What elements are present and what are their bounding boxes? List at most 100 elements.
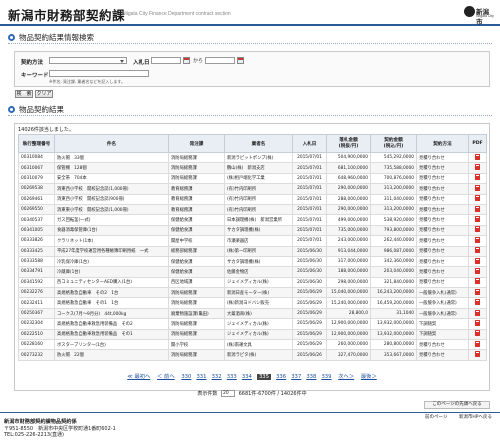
- city-hp-link[interactable]: 新潟市HPへ戻る: [459, 415, 492, 420]
- page-size-select[interactable]: 20: [220, 390, 235, 397]
- column-header[interactable]: 契約方法: [416, 134, 469, 153]
- page-number-link[interactable]: 333: [227, 374, 237, 380]
- department-cell: 関屋中学校: [168, 235, 225, 247]
- table-row: 00333826 クラリネット(1本) 関屋中学校 市瀬楽器店 2015/07/01 24…: [18, 235, 487, 247]
- item-name-cell[interactable]: 高規格救急自動車 その1 1台: [54, 297, 169, 309]
- item-name-cell[interactable]: 平成27年度学校運営用各種帳簿印刷用紙 一式: [54, 245, 169, 257]
- pdf-cell: [468, 276, 487, 289]
- bid-date-cell: 2015/06/29: [292, 339, 327, 351]
- date-to-input[interactable]: [205, 57, 235, 64]
- first-page-link[interactable]: ≪ 最初へ: [127, 372, 150, 380]
- page-number-link[interactable]: 337: [291, 374, 301, 380]
- last-page-link[interactable]: 最後＞: [361, 372, 377, 380]
- item-name-cell[interactable]: 保管棚 128個: [54, 162, 169, 174]
- next-page-link[interactable]: 次へ＞: [338, 372, 354, 380]
- item-name-cell[interactable]: 食器消毒保管庫(1台): [54, 224, 169, 237]
- pdf-icon[interactable]: [475, 278, 480, 285]
- bid-date-cell: 2015/07/01: [292, 151, 327, 164]
- pdf-icon[interactable]: [475, 267, 480, 274]
- page-number-link[interactable]: 334: [242, 374, 252, 380]
- pdf-icon[interactable]: [475, 226, 480, 233]
- pdf-cell: [468, 307, 487, 320]
- item-name-cell[interactable]: 防火帽 33個: [54, 151, 169, 164]
- column-header[interactable]: 契約金額 (税込/円): [370, 134, 417, 153]
- page-number-link[interactable]: 338: [306, 374, 316, 380]
- column-header[interactable]: 執行整理番号: [18, 134, 55, 153]
- pdf-icon[interactable]: [475, 236, 480, 243]
- item-name-cell[interactable]: 消東東小学校 開校記念誌(1,000冊): [54, 203, 169, 216]
- item-name-cell[interactable]: 西コミュニティセンターAED購入(1台): [54, 276, 169, 289]
- pdf-icon[interactable]: [475, 288, 480, 295]
- site-subtitle: Niigata City Finance Department contract…: [122, 11, 231, 17]
- pdf-icon[interactable]: [475, 319, 480, 326]
- item-name-cell[interactable]: 高規格救急自動車救急用装備品 その1: [54, 328, 169, 341]
- pdf-icon[interactable]: [475, 153, 480, 160]
- item-name-cell[interactable]: 消東西小学校 開校記念誌(1,000冊): [54, 183, 169, 195]
- search-panel: 契約方法 入札日 から キーワード ※件名, 発注課, 業者名などを記入します。: [14, 51, 490, 87]
- pdf-icon[interactable]: [475, 340, 480, 347]
- bid-amount-cell: 298,000,0000: [326, 276, 371, 289]
- bid-amount-cell: 499,000,0000: [326, 214, 371, 226]
- pdf-cell: [468, 297, 487, 309]
- item-name-cell[interactable]: 冷蔵庫(1台): [54, 266, 169, 278]
- niigata-city-logo[interactable]: 新潟市 Niigata City: [464, 4, 494, 26]
- date-from-input[interactable]: [151, 57, 181, 64]
- column-header[interactable]: 発注課: [168, 134, 225, 153]
- column-header[interactable]: 件名: [54, 134, 169, 153]
- pdf-icon[interactable]: [475, 216, 480, 223]
- pdf-icon[interactable]: [475, 299, 480, 306]
- department-cell: 保健給食課: [168, 214, 225, 226]
- page-number-link[interactable]: 332: [212, 374, 222, 380]
- bid-date-cell: 2015/07/01: [292, 183, 327, 195]
- contract-method-select[interactable]: [49, 57, 127, 64]
- contract-method-cell: 見積り合わせ: [416, 339, 469, 351]
- prev-page-footer-link[interactable]: 前のページ: [425, 415, 447, 420]
- pdf-icon[interactable]: [475, 257, 480, 264]
- pdf-icon[interactable]: [475, 247, 480, 254]
- column-header[interactable]: 業者名: [224, 134, 293, 153]
- keyword-input[interactable]: [49, 70, 149, 77]
- search-button[interactable]: 検 索: [15, 90, 33, 98]
- contract-number-cell: 00333588: [18, 255, 55, 268]
- site-title[interactable]: 新潟市財務部契約課: [8, 5, 125, 24]
- pdf-icon[interactable]: [475, 184, 480, 191]
- pdf-cell: [468, 328, 487, 341]
- pdf-icon[interactable]: [475, 174, 480, 181]
- item-name-cell[interactable]: 高規格救急自動車救急用装備品 その2: [54, 318, 169, 330]
- page-number-link[interactable]: 330: [181, 374, 191, 380]
- column-header[interactable]: 落札金額 (税抜/円): [326, 134, 371, 153]
- vendor-cell: サカタ調理機(株): [224, 224, 293, 237]
- pdf-icon[interactable]: [475, 330, 480, 337]
- department-cell: 教育総務課: [168, 193, 225, 205]
- table-row: 00250367 コークス(7月～9月分) 44t,000kg 廃棄物施設課(亀田)…: [18, 307, 487, 320]
- contract-method-cell: 見積り合わせ: [416, 183, 469, 195]
- item-name-cell[interactable]: 安全帯 704本: [54, 172, 169, 185]
- contract-number-cell: 00341592: [18, 276, 55, 289]
- clear-button[interactable]: クリア: [35, 90, 53, 98]
- item-name-cell[interactable]: 消東西小学校 開校記念誌(900冊): [54, 193, 169, 205]
- vendor-cell: 大薬酒商(株): [224, 307, 293, 320]
- page-number-link[interactable]: 336: [276, 374, 286, 380]
- column-header[interactable]: 入札日: [292, 134, 327, 153]
- item-name-cell[interactable]: コークス(7月～9月分) 44t,000kg: [54, 307, 169, 320]
- calendar-icon[interactable]: [183, 57, 190, 64]
- item-name-cell[interactable]: 高規格救急自動車 その2 1台: [54, 287, 169, 299]
- pdf-icon[interactable]: [475, 351, 480, 358]
- pdf-icon[interactable]: [475, 195, 480, 202]
- prev-page-link[interactable]: ＜ 前へ: [157, 372, 175, 380]
- item-name-cell[interactable]: 防火帽 22個: [54, 349, 169, 361]
- item-name-cell[interactable]: ガス回転釜(一式): [54, 214, 169, 226]
- page-number-link[interactable]: 339: [321, 374, 331, 380]
- page-number-link[interactable]: 331: [196, 374, 206, 380]
- item-name-cell[interactable]: 冷乳保冷庫(1台): [54, 255, 169, 268]
- item-name-cell[interactable]: クラリネット(1本): [54, 235, 169, 247]
- item-name-cell[interactable]: ボスターブリンター(1台): [54, 339, 169, 351]
- pdf-icon[interactable]: [475, 164, 480, 171]
- pdf-icon[interactable]: [475, 205, 480, 212]
- calendar-icon[interactable]: [237, 57, 244, 64]
- department-cell: 消防局総務課: [168, 172, 225, 185]
- pdf-cell: [468, 255, 487, 268]
- back-to-top-button[interactable]: このページの先頭へ戻る: [424, 401, 490, 409]
- pdf-icon[interactable]: [475, 309, 480, 316]
- department-cell: 消防局総務課: [168, 349, 225, 361]
